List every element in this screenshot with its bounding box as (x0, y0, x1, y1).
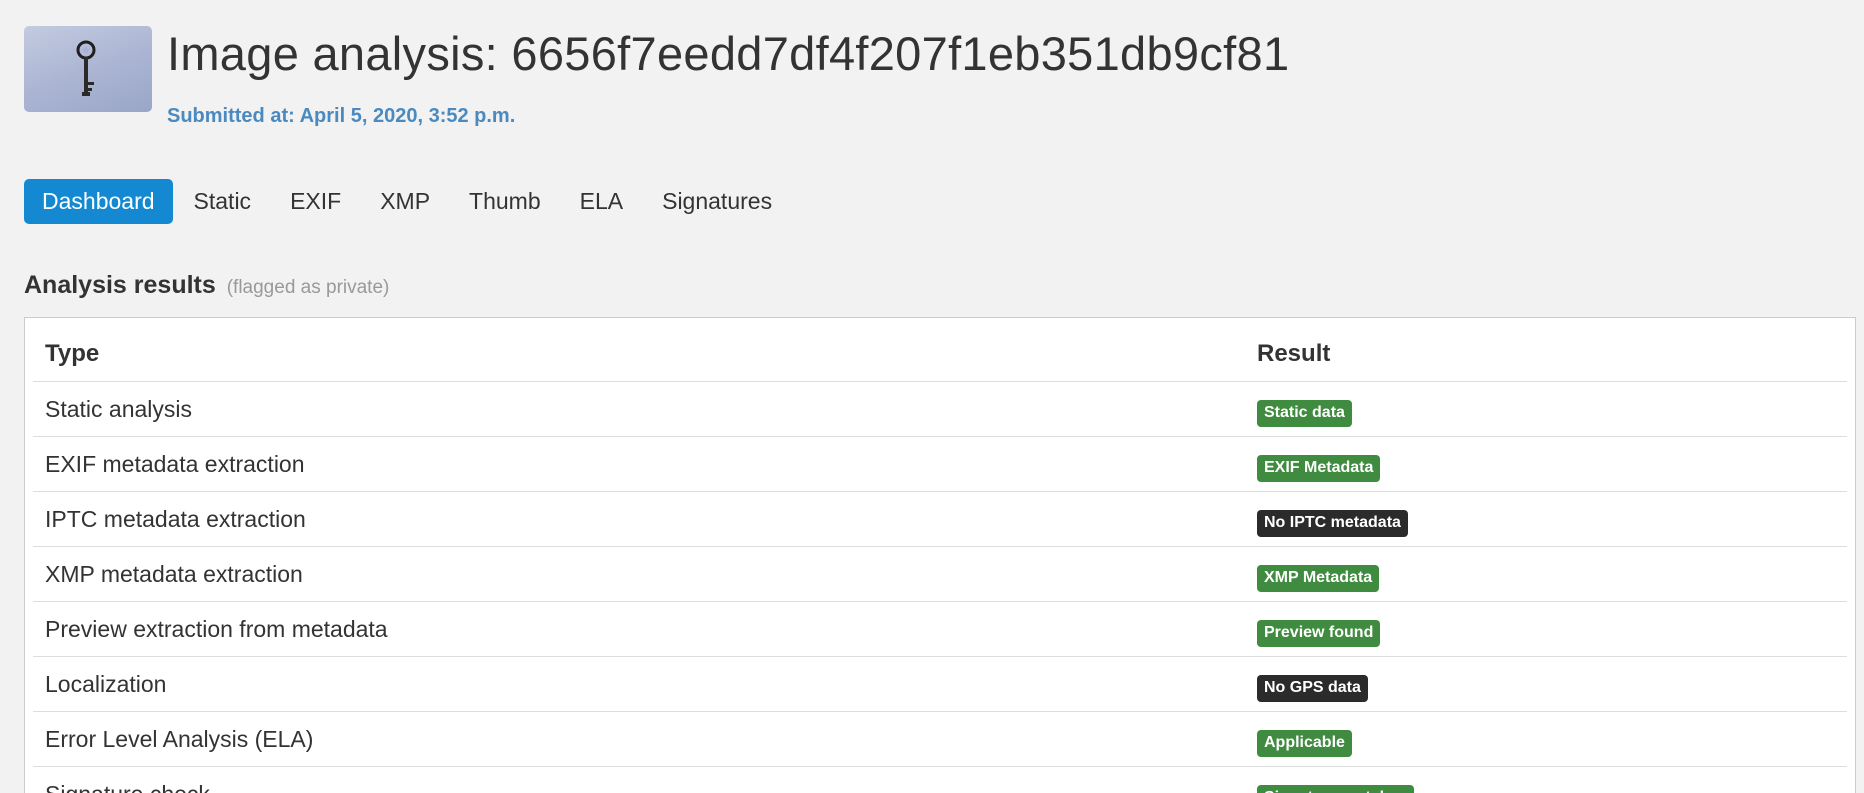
private-note: (flagged as private) (226, 277, 390, 298)
status-badge[interactable]: Preview found (1257, 619, 1381, 647)
table-row: Error Level Analysis (ELA) Applicable (33, 711, 1847, 767)
table-row: IPTC metadata extraction No IPTC metadat… (33, 491, 1847, 547)
row-result: No GPS data (1245, 656, 1847, 712)
column-header-result: Result (1245, 326, 1847, 382)
status-badge[interactable]: EXIF Metadata (1257, 454, 1381, 482)
image-thumbnail[interactable] (24, 26, 152, 112)
row-type: Static analysis (33, 381, 1245, 437)
submitted-value: April 5, 2020, 3:52 p.m. (299, 105, 516, 127)
table-row: EXIF metadata extraction EXIF Metadata (33, 436, 1847, 492)
table-row: Preview extraction from metadata Preview… (33, 601, 1847, 657)
row-result: Preview found (1245, 601, 1847, 657)
status-badge[interactable]: No GPS data (1257, 674, 1368, 702)
row-type: Localization (33, 656, 1245, 712)
row-result: EXIF Metadata (1245, 436, 1847, 492)
page: Image analysis: 6656f7eedd7df4f207f1eb35… (0, 0, 1864, 793)
page-header: Image analysis: 6656f7eedd7df4f207f1eb35… (24, 26, 1840, 136)
tab-dashboard[interactable]: Dashboard (24, 179, 173, 224)
row-result: Applicable (1245, 711, 1847, 767)
analysis-tabs: Dashboard Static EXIF XMP Thumb ELA Sign… (24, 179, 793, 224)
status-badge[interactable]: Signature matches (1257, 784, 1415, 793)
row-type: Signature check (33, 766, 1245, 793)
table-row: Localization No GPS data (33, 656, 1847, 712)
section-title: Analysis results (24, 271, 216, 299)
submitted-label: Submitted at: (167, 105, 295, 127)
page-title: Image analysis: 6656f7eedd7df4f207f1eb35… (167, 27, 1290, 80)
tab-ela[interactable]: ELA (562, 179, 641, 224)
results-table: Type Result Static analysis Static data … (33, 326, 1847, 793)
row-type: Error Level Analysis (ELA) (33, 711, 1245, 767)
tab-static[interactable]: Static (176, 179, 270, 224)
status-badge[interactable]: XMP Metadata (1257, 564, 1380, 592)
status-badge[interactable]: Applicable (1257, 729, 1352, 757)
row-result: Signature matches (1245, 766, 1847, 793)
row-type: IPTC metadata extraction (33, 491, 1245, 547)
tab-thumb[interactable]: Thumb (451, 179, 559, 224)
row-type: XMP metadata extraction (33, 546, 1245, 602)
row-result: No IPTC metadata (1245, 491, 1847, 547)
tab-exif[interactable]: EXIF (272, 179, 359, 224)
table-row: XMP metadata extraction XMP Metadata (33, 546, 1847, 602)
section-heading: Analysis results (flagged as private) (24, 271, 389, 300)
row-result: Static data (1245, 381, 1847, 437)
row-result: XMP Metadata (1245, 546, 1847, 602)
status-badge[interactable]: Static data (1257, 399, 1352, 427)
row-type: Preview extraction from metadata (33, 601, 1245, 657)
table-header-row: Type Result (33, 326, 1847, 382)
results-panel: Type Result Static analysis Static data … (24, 317, 1856, 793)
status-badge[interactable]: No IPTC metadata (1257, 509, 1408, 537)
table-row: Signature check Signature matches (33, 766, 1847, 793)
key-icon (76, 40, 96, 96)
row-type: EXIF metadata extraction (33, 436, 1245, 492)
tab-signatures[interactable]: Signatures (644, 179, 790, 224)
tab-xmp[interactable]: XMP (362, 179, 448, 224)
column-header-type: Type (33, 326, 1245, 382)
submitted-timestamp: Submitted at: April 5, 2020, 3:52 p.m. (167, 105, 515, 128)
table-row: Static analysis Static data (33, 381, 1847, 437)
